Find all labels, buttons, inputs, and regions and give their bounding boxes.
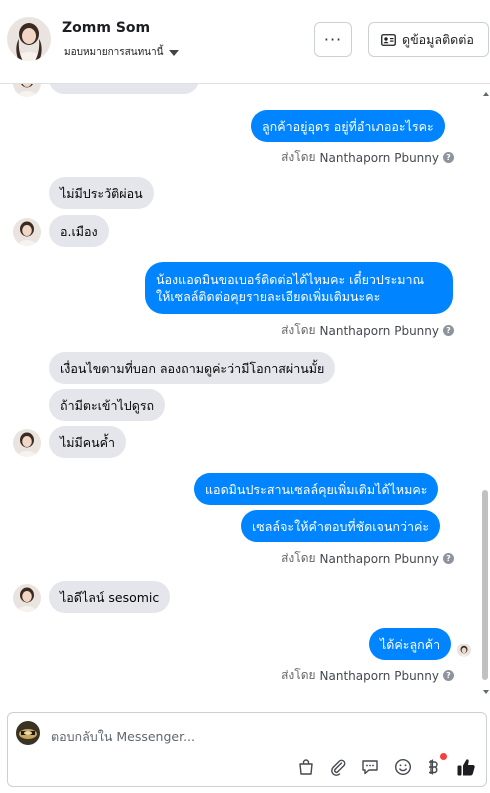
sent-by-label: ส่งโดย Nanthaporn Pbunny ? <box>281 549 454 568</box>
sent-by-prefix: ส่งโดย <box>281 551 316 565</box>
message-text: ถ้ามีตะเข้าไปดูรถ <box>60 397 155 413</box>
outgoing-message: ลูกค้าอยู่อุดร อยู่ที่อำเภออะไรคะ <box>251 110 445 142</box>
incoming-message: เงื่อนไขตามที่บอก ลองถามดูค่ะว่ามีโอกาสผ… <box>49 352 336 384</box>
scroll-down-arrow-icon[interactable] <box>483 690 489 694</box>
incoming-message: ไม่มีคนค้ำ <box>49 426 127 458</box>
sent-by-label: ส่งโดย Nanthaporn Pbunny ? <box>281 148 454 167</box>
message-text: ไม่มีคนค้ำ <box>60 434 116 450</box>
emoji-icon[interactable] <box>393 757 413 777</box>
outgoing-message: แอดมินประสานเซลล์คุยเพิ่มเติมได้ไหมคะ <box>194 473 439 505</box>
more-options-button[interactable]: ··· <box>314 22 352 57</box>
message-text: ได้ค่ะลูกค้า <box>380 636 441 652</box>
sender-name[interactable]: Nanthaporn Pbunny <box>320 151 439 165</box>
sent-by-prefix: ส่งโดย <box>281 668 316 682</box>
assign-conversation-dropdown[interactable]: มอบหมายการสนทนานี้ <box>64 45 180 60</box>
assign-conversation-label: มอบหมายการสนทนานี้ <box>64 47 164 58</box>
sent-by-prefix: ส่งโดย <box>281 150 316 164</box>
shopping-bag-icon[interactable] <box>296 757 316 777</box>
help-icon[interactable]: ? <box>443 553 454 564</box>
contact-name[interactable]: Zomm Som <box>62 20 150 36</box>
contact-avatar[interactable] <box>7 17 51 61</box>
outgoing-message: เซลล์จะให้คำตอบที่ชัดเจนกว่าค่ะ <box>241 510 441 542</box>
message-text-line: น้องแอดมินขอเบอร์ติดต่อได้ไหมคะ เดี๋ยวปร… <box>156 272 425 287</box>
outgoing-message: ได้ค่ะลูกค้า <box>369 628 452 660</box>
message-text-line: ให้เซลล์ติดต่อคุยรายละเอียดเพิ่มเติมนะคะ <box>156 289 381 304</box>
customer-avatar <box>13 584 41 612</box>
help-icon[interactable]: ? <box>443 152 454 163</box>
reply-composer[interactable]: ตอบกลับใน Messenger... <box>7 712 487 787</box>
paperclip-icon[interactable] <box>328 757 348 777</box>
outgoing-message: น้องแอดมินขอเบอร์ติดต่อได้ไหมคะ เดี๋ยวปร… <box>145 262 453 314</box>
caret-down-icon <box>169 49 180 56</box>
sender-name[interactable]: Nanthaporn Pbunny <box>320 669 439 683</box>
sent-by-label: ส่งโดย Nanthaporn Pbunny ? <box>281 666 454 685</box>
view-contact-button[interactable]: ดูข้อมูลติดต่อ <box>368 22 489 57</box>
incoming-message: ไอดีไลน์ sesomic <box>49 581 171 613</box>
help-icon[interactable]: ? <box>443 325 454 336</box>
message-text: เงื่อนไขตามที่บอก ลองถามดูค่ะว่ามีโอกาสผ… <box>60 360 325 376</box>
ellipsis-icon: ··· <box>323 30 343 49</box>
incoming-message: ถ้ามีตะเข้าไปดูรถ <box>49 389 166 421</box>
incoming-message: อ.เมือง <box>49 215 109 247</box>
message-text: เซลล์จะให้คำตอบที่ชัดเจนกว่าค่ะ <box>252 518 430 534</box>
customer-avatar <box>13 429 41 457</box>
message-thread[interactable]: ลูกค้าอยู่อุดร อยู่ที่อำเภออะไรคะ ส่งโดย… <box>0 84 490 704</box>
page-avatar <box>16 721 40 745</box>
message-bubble-partial <box>49 84 199 94</box>
contact-card-icon <box>381 33 396 46</box>
message-text: ไอดีไลน์ sesomic <box>60 589 160 605</box>
sent-by-label: ส่งโดย Nanthaporn Pbunny ? <box>281 321 454 340</box>
message-text: ลูกค้าอยู่อุดร อยู่ที่อำเภออะไรคะ <box>262 118 434 134</box>
message-input[interactable]: ตอบกลับใน Messenger... <box>51 727 195 747</box>
seen-receipt-avatar <box>457 643 471 657</box>
customer-avatar <box>13 84 41 97</box>
baht-payment-icon[interactable] <box>424 757 444 777</box>
view-contact-label: ดูข้อมูลติดต่อ <box>402 31 474 47</box>
incoming-message: ไม่มีประวัติผ่อน <box>49 177 154 209</box>
sender-name[interactable]: Nanthaporn Pbunny <box>320 324 439 338</box>
notification-dot <box>440 753 447 760</box>
customer-avatar <box>13 218 41 246</box>
help-icon[interactable]: ? <box>443 670 454 681</box>
conversation-header: Zomm Som มอบหมายการสนทนานี้ ··· ดูข้อมูล… <box>0 0 490 84</box>
scroll-up-arrow-icon[interactable] <box>483 92 489 96</box>
sent-by-prefix: ส่งโดย <box>281 323 316 337</box>
thumbs-up-icon[interactable] <box>456 757 476 777</box>
scrollbar-thumb[interactable] <box>482 490 488 680</box>
message-text: แอดมินประสานเซลล์คุยเพิ่มเติมได้ไหมคะ <box>205 481 428 497</box>
sender-name[interactable]: Nanthaporn Pbunny <box>320 552 439 566</box>
saved-reply-icon[interactable] <box>360 757 380 777</box>
message-text: อ.เมือง <box>60 223 98 239</box>
message-text: ไม่มีประวัติผ่อน <box>60 185 143 201</box>
